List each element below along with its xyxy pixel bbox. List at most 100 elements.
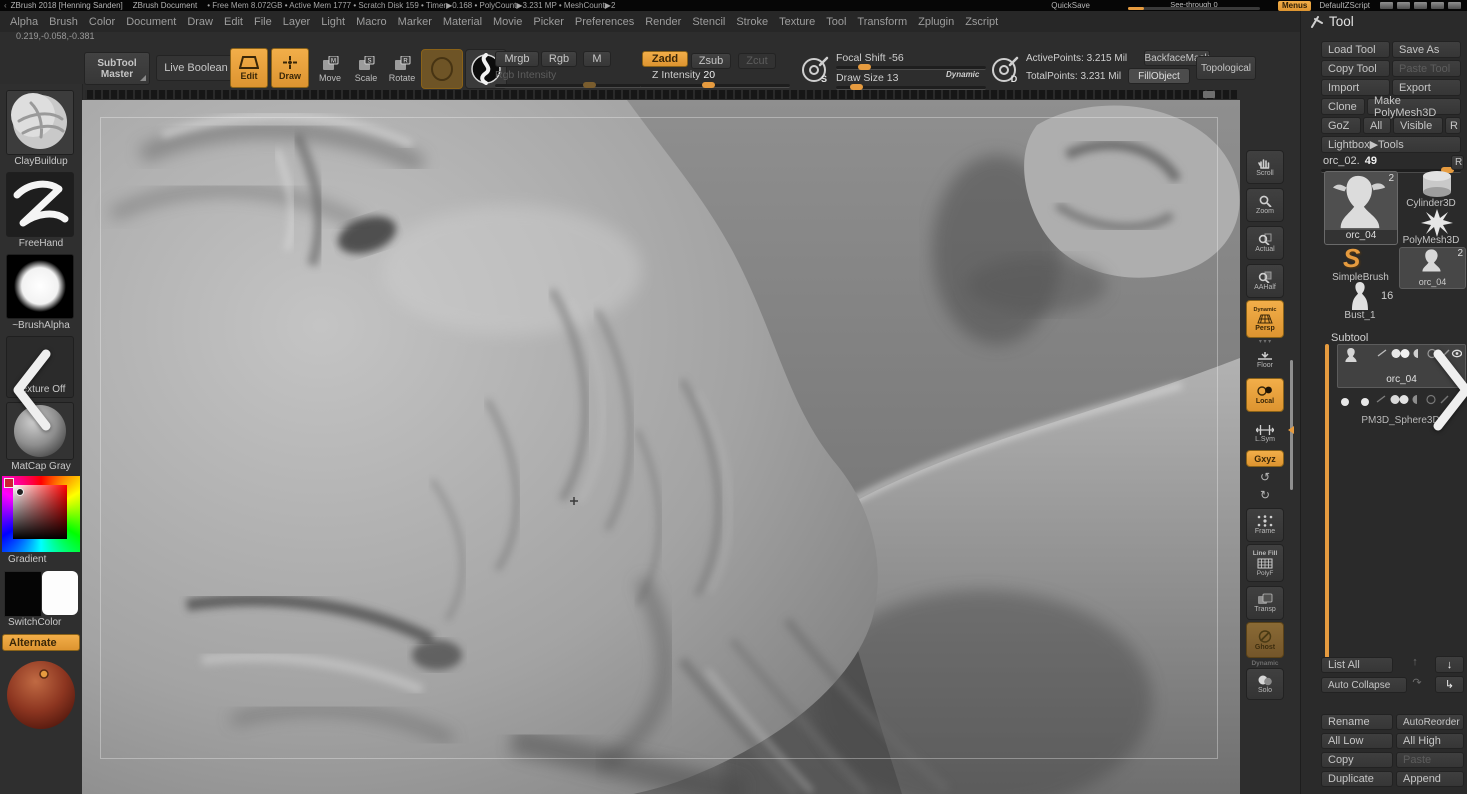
bust1-thumbnail[interactable] xyxy=(1346,281,1374,311)
clone-button[interactable]: Clone xyxy=(1321,98,1365,115)
polymesh3d-thumbnail[interactable] xyxy=(1419,209,1455,237)
move-down-button[interactable]: ↓ xyxy=(1435,656,1464,673)
menu-stencil[interactable]: Stencil xyxy=(692,16,725,28)
lightbox-tools-button[interactable]: Lightbox▶Tools xyxy=(1321,136,1461,153)
import-button[interactable]: Import xyxy=(1321,79,1390,96)
all-low-button[interactable]: All Low xyxy=(1321,733,1393,749)
res-r-button[interactable]: R xyxy=(1451,155,1464,170)
current-brush-thumbnail[interactable] xyxy=(6,90,74,155)
menu-macro[interactable]: Macro xyxy=(356,16,387,28)
dynamic-draw-size-button[interactable]: D xyxy=(987,52,1023,88)
rename-button[interactable]: Rename xyxy=(1321,714,1393,730)
next-arrow[interactable] xyxy=(1424,348,1467,432)
goz-button[interactable]: GoZ xyxy=(1321,117,1361,134)
menus-toggle[interactable]: Menus xyxy=(1278,1,1311,11)
append-button[interactable]: Append xyxy=(1396,771,1464,787)
see-through-slider[interactable]: See-through 0 xyxy=(1124,0,1264,11)
local-button[interactable]: Local xyxy=(1246,378,1284,412)
quicksave-button[interactable]: QuickSave xyxy=(1051,1,1090,10)
menu-texture[interactable]: Texture xyxy=(779,16,815,28)
edit-button[interactable]: Edit xyxy=(230,48,268,88)
scroll-button[interactable]: Scroll xyxy=(1246,150,1284,184)
transp-button[interactable]: Transp xyxy=(1246,586,1284,620)
rgb-button[interactable]: Rgb xyxy=(541,51,577,67)
focal-shift-slider[interactable]: Focal Shift -56 xyxy=(836,52,904,64)
stroke-lasso-button[interactable] xyxy=(421,49,463,89)
gxyz-button[interactable]: Gxyz xyxy=(1246,450,1284,467)
menu-material[interactable]: Material xyxy=(443,16,482,28)
goz-visible-button[interactable]: Visible xyxy=(1393,117,1443,134)
rgb-intensity-slider[interactable]: Rgb Intensity xyxy=(495,69,556,81)
draw-size-slider[interactable]: Draw Size 13 xyxy=(836,72,898,84)
pen-pressure-icon[interactable] xyxy=(1397,2,1410,9)
menu-zscript[interactable]: Zscript xyxy=(965,16,998,28)
draw-button[interactable]: Draw xyxy=(271,48,309,88)
spin-view-icon[interactable]: ↻ xyxy=(1246,488,1284,502)
live-boolean-button[interactable]: Live Boolean xyxy=(156,55,236,81)
menu-marker[interactable]: Marker xyxy=(398,16,432,28)
floor-button[interactable]: Floor xyxy=(1246,346,1284,374)
polymesh3d-label[interactable]: PolyMesh3D xyxy=(1396,235,1466,246)
export-icon[interactable] xyxy=(1448,2,1461,9)
aahalf-button[interactable]: AAHalf xyxy=(1246,264,1284,298)
subtool-master-button[interactable]: SubTool Master xyxy=(84,52,150,85)
divider-arrow-icon[interactable] xyxy=(1288,426,1294,434)
menu-document[interactable]: Document xyxy=(126,16,176,28)
active-tool-thumbnail[interactable]: orc_04 2 xyxy=(1324,171,1398,245)
redo-arrow-icon[interactable]: ↷ xyxy=(1409,676,1425,689)
rotate-view-icon[interactable]: ↺ xyxy=(1246,470,1284,484)
stroke-settings-button[interactable]: S xyxy=(797,52,833,88)
move-up-icon[interactable]: ↑ xyxy=(1407,656,1423,668)
scale-button[interactable]: S Scale xyxy=(349,52,383,86)
duplicate-button[interactable]: Duplicate xyxy=(1321,771,1393,787)
insert-arrow-button[interactable]: ↳ xyxy=(1435,676,1464,693)
paste-tool-button[interactable]: Paste Tool xyxy=(1392,60,1461,77)
save-as-button[interactable]: Save As xyxy=(1392,41,1461,58)
alternate-button[interactable]: Alternate xyxy=(2,634,80,651)
move-button[interactable]: M Move xyxy=(313,52,347,86)
ghost-button[interactable]: Ghost xyxy=(1246,622,1284,658)
menu-alpha[interactable]: Alpha xyxy=(10,16,38,28)
menu-layer[interactable]: Layer xyxy=(283,16,311,28)
menu-edit[interactable]: Edit xyxy=(224,16,243,28)
menu-preferences[interactable]: Preferences xyxy=(575,16,634,28)
subtool-scrollbar[interactable] xyxy=(1325,344,1329,662)
zcut-button[interactable]: Zcut xyxy=(738,53,776,69)
topological-button[interactable]: Topological xyxy=(1196,56,1256,80)
z-intensity-slider[interactable]: Z Intensity 20 xyxy=(652,69,715,81)
all-high-button[interactable]: All High xyxy=(1396,733,1464,749)
subtool-header[interactable]: Subtool xyxy=(1331,332,1368,344)
menu-draw[interactable]: Draw xyxy=(187,16,213,28)
save-document-icon[interactable] xyxy=(1431,2,1444,9)
tool-panel-header[interactable]: Tool xyxy=(1311,14,1354,29)
paste-subtool-button[interactable]: Paste xyxy=(1396,752,1464,768)
mrgb-button[interactable]: Mrgb xyxy=(495,51,539,67)
lsym-button[interactable]: L.Sym xyxy=(1246,420,1284,448)
cylinder3d-thumbnail[interactable] xyxy=(1415,169,1459,199)
menu-light[interactable]: Light xyxy=(321,16,345,28)
menu-brush[interactable]: Brush xyxy=(49,16,78,28)
menu-zplugin[interactable]: Zplugin xyxy=(918,16,954,28)
load-tool-button[interactable]: Load Tool xyxy=(1321,41,1390,58)
frame-button[interactable]: Frame xyxy=(1246,508,1284,542)
switch-color-button[interactable]: SwitchColor xyxy=(0,617,82,628)
menu-movie[interactable]: Movie xyxy=(493,16,522,28)
quick-pick-icon[interactable] xyxy=(1414,2,1427,9)
autoreorder-button[interactable]: AutoReorder xyxy=(1396,714,1464,730)
zsub-button[interactable]: Zsub xyxy=(691,53,731,69)
copy-tool-button[interactable]: Copy Tool xyxy=(1321,60,1390,77)
actual-button[interactable]: Actual xyxy=(1246,226,1284,260)
menu-tool[interactable]: Tool xyxy=(826,16,846,28)
auto-collapse-button[interactable]: Auto Collapse xyxy=(1321,677,1407,693)
canvas-h-scrollbar[interactable] xyxy=(85,90,1237,99)
zoom-button[interactable]: Zoom xyxy=(1246,188,1284,222)
rgb-intensity-track[interactable] xyxy=(495,84,643,88)
menu-picker[interactable]: Picker xyxy=(533,16,564,28)
solo-button[interactable]: Solo xyxy=(1246,668,1284,700)
menu-color[interactable]: Color xyxy=(89,16,115,28)
current-stroke-thumbnail[interactable] xyxy=(6,172,74,237)
persp-button[interactable]: Dynamic Persp xyxy=(1246,300,1284,338)
main-color-swatch[interactable] xyxy=(4,571,42,617)
fill-object-button[interactable]: FillObject xyxy=(1128,68,1190,84)
prev-arrow[interactable] xyxy=(8,348,60,432)
